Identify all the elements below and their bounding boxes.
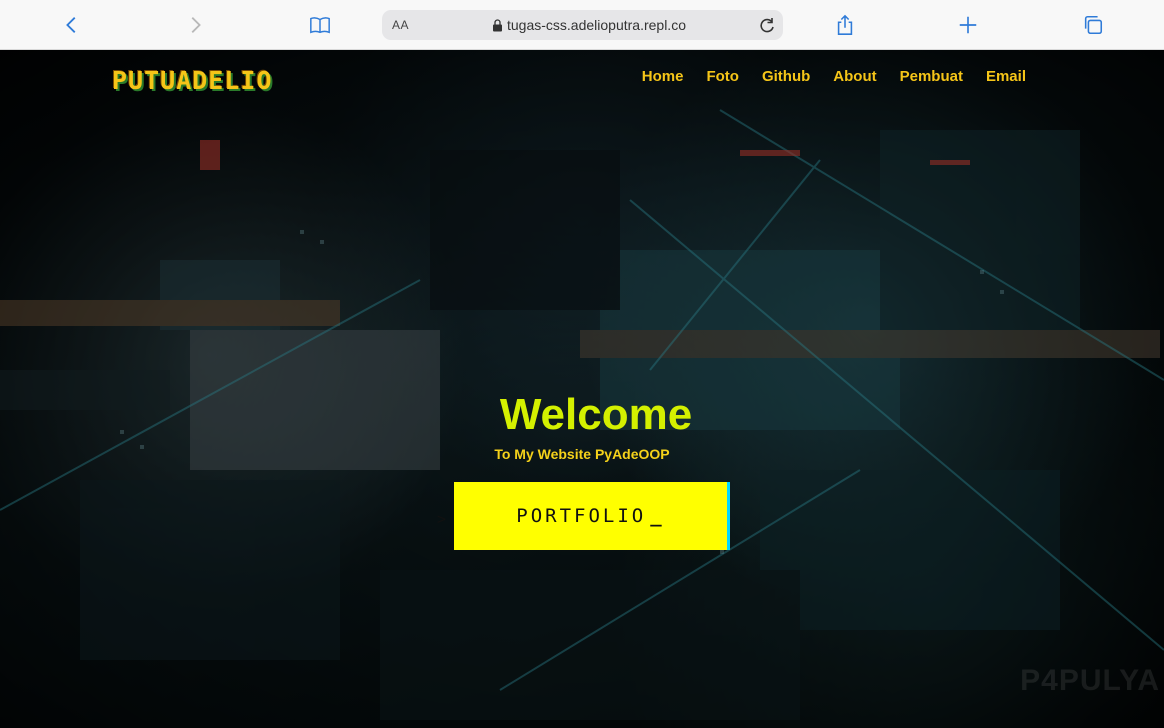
lock-icon bbox=[493, 18, 502, 31]
tabs-icon bbox=[1084, 15, 1103, 35]
reader-button[interactable]: AA bbox=[392, 18, 409, 32]
bookmarks-icon bbox=[310, 17, 330, 34]
nav-home[interactable]: Home bbox=[642, 68, 684, 85]
forward-icon bbox=[191, 17, 201, 33]
web-page: PUTUADELIO Home Foto Github About Pembua… bbox=[0, 50, 1164, 728]
address-bar[interactable]: AA tugas-css.adelioputra.repl.co bbox=[382, 10, 783, 40]
hero-subtitle: To My Website PyAdeOOP bbox=[494, 446, 670, 462]
back-button[interactable] bbox=[57, 10, 87, 40]
tabs-overview-button[interactable] bbox=[1078, 10, 1108, 40]
text-cursor: _ bbox=[650, 505, 665, 527]
button-prompt-glyph: > bbox=[437, 510, 447, 528]
watermark: P4PULYA bbox=[1020, 664, 1160, 697]
cyberpunk-background-image bbox=[0, 50, 1164, 728]
nav-pembuat[interactable]: Pembuat bbox=[900, 68, 963, 85]
nav-about[interactable]: About bbox=[833, 68, 876, 85]
share-button[interactable] bbox=[830, 10, 860, 40]
nav-email[interactable]: Email bbox=[986, 68, 1026, 85]
share-icon bbox=[837, 14, 853, 35]
nav-github[interactable]: Github bbox=[762, 68, 810, 85]
new-tab-button[interactable] bbox=[953, 10, 983, 40]
back-icon bbox=[66, 17, 76, 33]
site-navbar: PUTUADELIO Home Foto Github About Pembua… bbox=[0, 50, 1164, 106]
browser-toolbar: AA tugas-css.adelioputra.repl.co bbox=[0, 0, 1164, 50]
site-logo[interactable]: PUTUADELIO bbox=[112, 66, 273, 95]
nav-links: Home Foto Github About Pembuat Email bbox=[642, 68, 1026, 85]
bookmarks-button[interactable] bbox=[305, 10, 335, 40]
portfolio-button-label: PORTFOLIO bbox=[516, 505, 647, 527]
nav-foto[interactable]: Foto bbox=[706, 68, 738, 85]
hero-title: Welcome bbox=[499, 390, 693, 439]
portfolio-button[interactable]: PORTFOLIO _ bbox=[454, 482, 730, 550]
forward-button[interactable] bbox=[180, 10, 210, 40]
new-tab-icon bbox=[959, 16, 977, 34]
reload-icon[interactable] bbox=[757, 15, 777, 35]
url-text: tugas-css.adelioputra.repl.co bbox=[507, 17, 686, 33]
